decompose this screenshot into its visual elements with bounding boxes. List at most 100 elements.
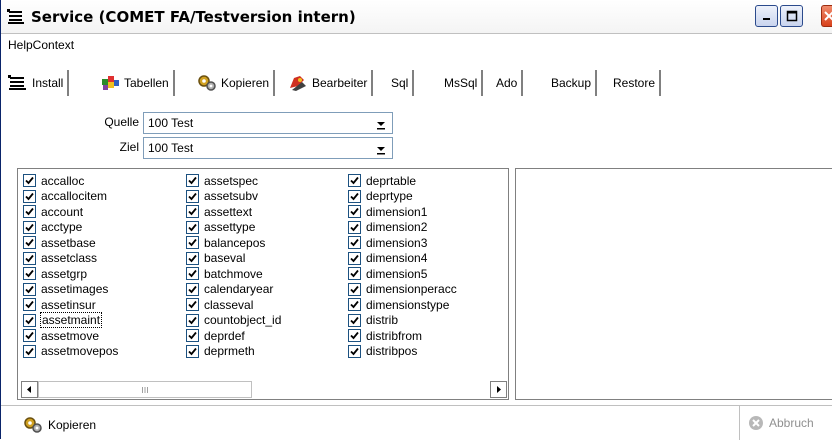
checkbox[interactable]: [348, 283, 361, 296]
checkbox[interactable]: [23, 267, 36, 280]
checkbox[interactable]: [186, 252, 199, 265]
cancel-button[interactable]: Abbruch: [739, 406, 814, 440]
checkbox[interactable]: [348, 190, 361, 203]
maximize-button[interactable]: [780, 5, 803, 27]
table-checkbox-item[interactable]: assetspec: [186, 173, 282, 189]
checkbox[interactable]: [186, 298, 199, 311]
checkbox[interactable]: [186, 190, 199, 203]
table-checkbox-item[interactable]: assetmove: [23, 328, 119, 344]
table-checkbox-item[interactable]: assetclass: [23, 251, 119, 267]
table-name-label: distrib: [365, 313, 399, 327]
scroll-right-button[interactable]: [490, 381, 507, 398]
table-checkbox-item[interactable]: countobject_id: [186, 313, 282, 329]
table-checkbox-item[interactable]: dimensionperacc: [348, 282, 458, 298]
title-bar[interactable]: Service (COMET FA/Testversion intern): [1, 0, 832, 34]
checkbox[interactable]: [186, 283, 199, 296]
table-checkbox-item[interactable]: deprtype: [348, 189, 458, 205]
checkbox[interactable]: [186, 329, 199, 342]
tab-sql[interactable]: Sql: [388, 70, 414, 96]
table-checkbox-item[interactable]: dimension2: [348, 220, 458, 236]
checkbox[interactable]: [348, 298, 361, 311]
table-checkbox-item[interactable]: batchmove: [186, 266, 282, 282]
table-checkbox-item[interactable]: assetmaint: [23, 313, 119, 329]
scroll-left-button[interactable]: [21, 381, 38, 398]
checkbox[interactable]: [23, 298, 36, 311]
table-checkbox-item[interactable]: dimension5: [348, 266, 458, 282]
tab-bearbeiter[interactable]: Bearbeiter: [285, 70, 373, 96]
service-icon: [7, 9, 25, 25]
table-checkbox-item[interactable]: dimensionstype: [348, 297, 458, 313]
checkbox[interactable]: [186, 267, 199, 280]
checkbox[interactable]: [186, 205, 199, 218]
table-checkbox-item[interactable]: accallocitem: [23, 189, 119, 205]
tab-install[interactable]: Install: [5, 70, 69, 96]
table-checkbox-item[interactable]: dimension1: [348, 204, 458, 220]
checkbox[interactable]: [23, 329, 36, 342]
tab-mssql[interactable]: MsSql: [441, 70, 483, 96]
copy-action[interactable]: Kopieren: [23, 416, 96, 434]
tab-tabellen-label: Tabellen: [124, 76, 169, 90]
table-checkbox-item[interactable]: acctype: [23, 220, 119, 236]
tab-ado[interactable]: Ado: [493, 70, 523, 96]
tab-bearbeiter-label: Bearbeiter: [312, 76, 367, 90]
table-checklist[interactable]: accallocaccallocitemaccountacctypeassetb…: [17, 168, 509, 400]
table-checkbox-item[interactable]: assetsubv: [186, 189, 282, 205]
checkbox[interactable]: [348, 174, 361, 187]
table-checkbox-item[interactable]: baseval: [186, 251, 282, 267]
table-checkbox-item[interactable]: assetinsur: [23, 297, 119, 313]
menu-helpcontext[interactable]: HelpContext: [5, 38, 77, 52]
checkbox[interactable]: [348, 345, 361, 358]
checkbox[interactable]: [348, 205, 361, 218]
checkbox[interactable]: [23, 205, 36, 218]
tab-restore[interactable]: Restore: [610, 70, 661, 96]
table-checkbox-item[interactable]: assetimages: [23, 282, 119, 298]
table-checkbox-item[interactable]: deprtable: [348, 173, 458, 189]
close-button[interactable]: [821, 5, 832, 27]
table-checkbox-item[interactable]: balancepos: [186, 235, 282, 251]
table-checkbox-item[interactable]: deprmeth: [186, 344, 282, 360]
table-checkbox-item[interactable]: assetgrp: [23, 266, 119, 282]
checkbox[interactable]: [23, 283, 36, 296]
checkbox[interactable]: [186, 345, 199, 358]
checkbox[interactable]: [23, 174, 36, 187]
table-name-label: account: [40, 205, 84, 219]
checkbox[interactable]: [23, 236, 36, 249]
table-checkbox-item[interactable]: calendaryear: [186, 282, 282, 298]
table-checkbox-item[interactable]: assettype: [186, 220, 282, 236]
table-checkbox-item[interactable]: assetbase: [23, 235, 119, 251]
tab-kopieren[interactable]: Kopieren: [194, 70, 275, 96]
checkbox[interactable]: [23, 314, 36, 327]
checkbox[interactable]: [23, 190, 36, 203]
table-checkbox-item[interactable]: dimension4: [348, 251, 458, 267]
minimize-button[interactable]: [755, 5, 778, 27]
table-checkbox-item[interactable]: accalloc: [23, 173, 119, 189]
checkbox[interactable]: [348, 314, 361, 327]
table-checkbox-item[interactable]: account: [23, 204, 119, 220]
table-checkbox-item[interactable]: dimension3: [348, 235, 458, 251]
horizontal-scrollbar[interactable]: [21, 381, 507, 398]
checkbox[interactable]: [186, 221, 199, 234]
scroll-thumb[interactable]: [38, 381, 252, 398]
table-checkbox-item[interactable]: distrib: [348, 313, 458, 329]
checkbox[interactable]: [23, 221, 36, 234]
tab-tabellen[interactable]: Tabellen: [97, 70, 175, 96]
checkbox[interactable]: [23, 252, 36, 265]
checkbox[interactable]: [348, 221, 361, 234]
source-combo[interactable]: 100 Test: [143, 112, 393, 134]
tab-backup[interactable]: Backup: [548, 70, 597, 96]
checkbox[interactable]: [348, 236, 361, 249]
checkbox[interactable]: [186, 236, 199, 249]
table-checkbox-item[interactable]: distribfrom: [348, 328, 458, 344]
checkbox[interactable]: [186, 174, 199, 187]
checkbox[interactable]: [348, 252, 361, 265]
checkbox[interactable]: [348, 329, 361, 342]
target-combo[interactable]: 100 Test: [143, 137, 393, 159]
table-checkbox-item[interactable]: deprdef: [186, 328, 282, 344]
checkbox[interactable]: [348, 267, 361, 280]
checkbox[interactable]: [186, 314, 199, 327]
checkbox[interactable]: [23, 345, 36, 358]
table-checkbox-item[interactable]: assetmovepos: [23, 344, 119, 360]
table-checkbox-item[interactable]: distribpos: [348, 344, 458, 360]
table-checkbox-item[interactable]: classeval: [186, 297, 282, 313]
table-checkbox-item[interactable]: assettext: [186, 204, 282, 220]
